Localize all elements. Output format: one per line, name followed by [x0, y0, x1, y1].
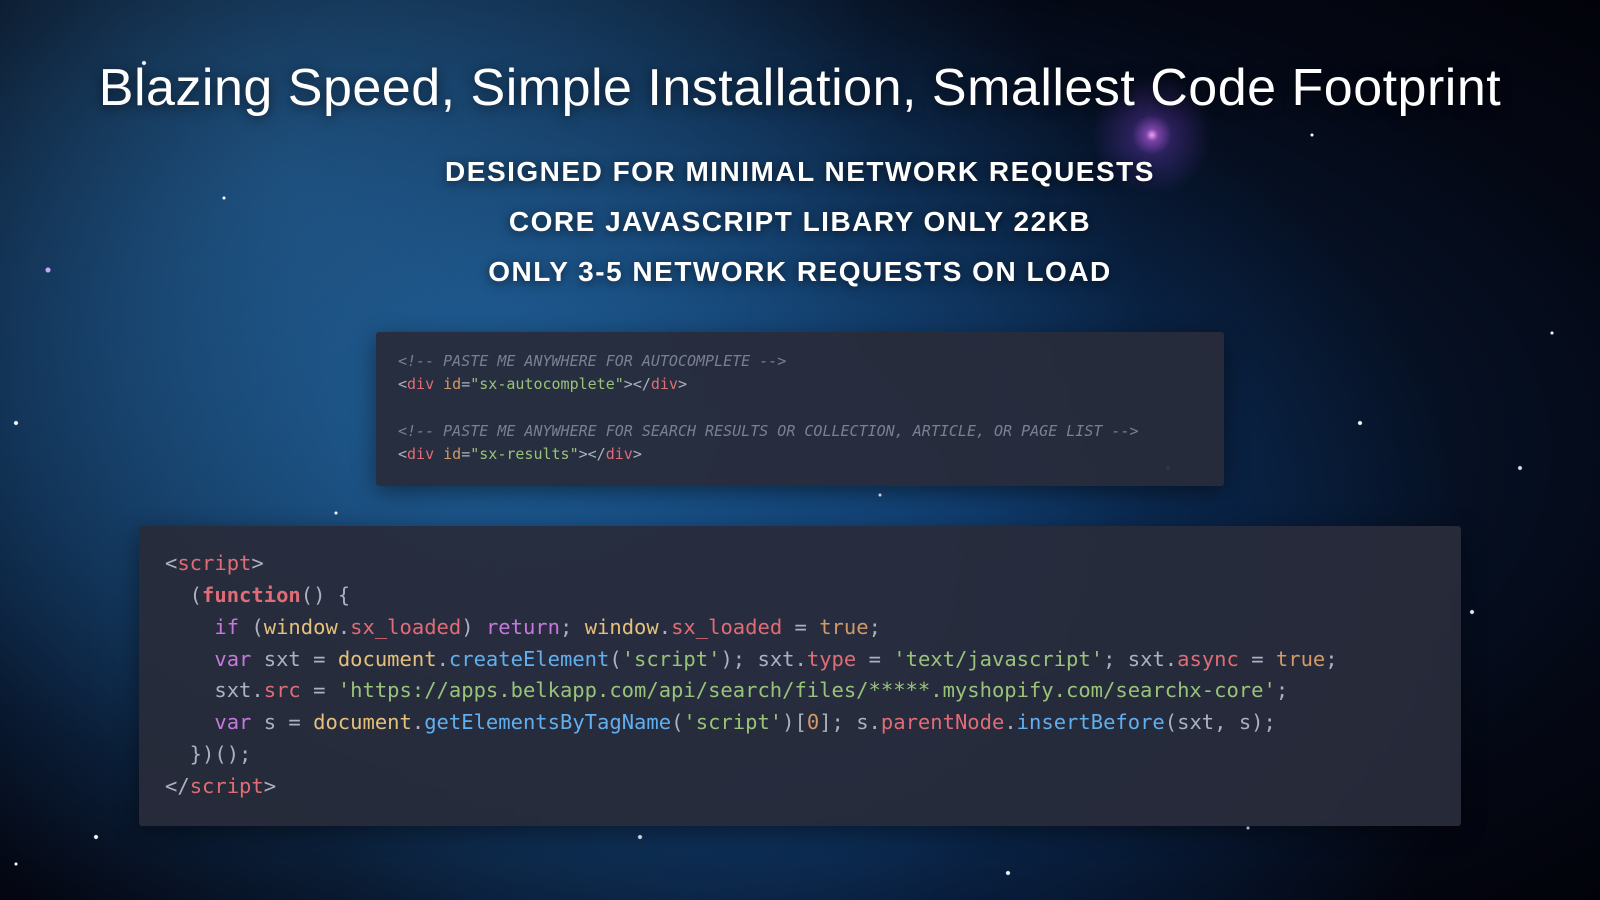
- code-text: .: [1004, 710, 1016, 734]
- code-text: ;: [1325, 647, 1337, 671]
- code-keyword: if: [214, 615, 239, 639]
- code-punct: >: [624, 375, 633, 393]
- code-text: s =: [251, 710, 313, 734]
- subtitle-line-1: DESIGNED FOR MINIMAL NETWORK REQUESTS: [0, 156, 1600, 188]
- code-text: sxt =: [251, 647, 337, 671]
- subtitle-line-3: ONLY 3-5 NETWORK REQUESTS ON LOAD: [0, 256, 1600, 288]
- code-snippet-html: <!-- PASTE ME ANYWHERE FOR AUTOCOMPLETE …: [376, 332, 1224, 486]
- code-text: .: [412, 710, 424, 734]
- subtitle-line-2: CORE JAVASCRIPT LIBARY ONLY 22KB: [0, 206, 1600, 238]
- code-string: 'https://apps.belkapp.com/api/search/fil…: [338, 678, 1276, 702]
- code-prop: parentNode: [881, 710, 1004, 734]
- code-keyword: var: [214, 710, 251, 734]
- code-obj: document: [338, 647, 437, 671]
- code-prop: type: [807, 647, 856, 671]
- code-keyword: function: [202, 583, 301, 607]
- code-punct: =: [461, 445, 470, 463]
- code-punct: </: [633, 375, 651, 393]
- code-obj: document: [313, 710, 412, 734]
- code-string: 'text/javascript': [893, 647, 1103, 671]
- code-attr: id: [443, 375, 461, 393]
- code-string: "sx-results": [470, 445, 578, 463]
- code-obj: window: [585, 615, 659, 639]
- code-func: insertBefore: [1017, 710, 1165, 734]
- slide-title: Blazing Speed, Simple Installation, Smal…: [0, 58, 1600, 118]
- code-punct: <: [165, 551, 177, 575]
- code-obj: window: [264, 615, 338, 639]
- code-prop: sx_loaded: [671, 615, 782, 639]
- code-text: (: [609, 647, 621, 671]
- code-punct: >: [579, 445, 588, 463]
- code-bool: true: [819, 615, 868, 639]
- code-text: =: [301, 678, 338, 702]
- code-text: ;: [869, 615, 881, 639]
- code-text: ): [461, 615, 486, 639]
- code-keyword: var: [214, 647, 251, 671]
- code-text: .: [659, 615, 671, 639]
- code-prop: sx_loaded: [350, 615, 461, 639]
- code-text: (sxt, s);: [1165, 710, 1276, 734]
- code-punct: =: [461, 375, 470, 393]
- code-func: createElement: [449, 647, 609, 671]
- code-punct: <: [398, 445, 407, 463]
- code-punct: >: [678, 375, 687, 393]
- code-comment: <!-- PASTE ME ANYWHERE FOR SEARCH RESULT…: [398, 422, 1139, 440]
- code-text: [165, 710, 214, 734]
- code-string: 'script': [683, 710, 782, 734]
- code-text: ; sxt.: [1103, 647, 1177, 671]
- code-text: [165, 615, 214, 639]
- code-text: .: [338, 615, 350, 639]
- code-punct: <: [398, 375, 407, 393]
- code-tag: div: [606, 445, 633, 463]
- code-text: =: [856, 647, 893, 671]
- code-prop: src: [264, 678, 301, 702]
- code-number: 0: [807, 710, 819, 734]
- code-punct: </: [588, 445, 606, 463]
- code-text: })();: [165, 742, 251, 766]
- code-text: () {: [301, 583, 350, 607]
- code-text: =: [782, 615, 819, 639]
- code-bool: true: [1276, 647, 1325, 671]
- code-tag: script: [190, 774, 264, 798]
- code-text: .: [437, 647, 449, 671]
- code-string: 'script': [622, 647, 721, 671]
- code-snippet-js: <script> (function() { if (window.sx_loa…: [139, 526, 1461, 826]
- code-punct: >: [264, 774, 276, 798]
- code-text: )[: [782, 710, 807, 734]
- code-comment: <!-- PASTE ME ANYWHERE FOR AUTOCOMPLETE …: [398, 352, 786, 370]
- code-tag: script: [177, 551, 251, 575]
- slide: Blazing Speed, Simple Installation, Smal…: [0, 0, 1600, 900]
- code-tag: div: [407, 445, 434, 463]
- code-text: [165, 647, 214, 671]
- code-attr: id: [443, 445, 461, 463]
- code-string: "sx-autocomplete": [470, 375, 624, 393]
- code-text: (: [165, 583, 202, 607]
- code-text: ;: [1276, 678, 1288, 702]
- code-text: sxt.: [165, 678, 264, 702]
- code-keyword: return: [486, 615, 560, 639]
- code-tag: div: [407, 375, 434, 393]
- code-text: ]; s.: [819, 710, 881, 734]
- code-punct: </: [165, 774, 190, 798]
- code-prop: async: [1177, 647, 1239, 671]
- code-text: =: [1239, 647, 1276, 671]
- code-text: (: [239, 615, 264, 639]
- code-text: (: [671, 710, 683, 734]
- code-text: ;: [560, 615, 585, 639]
- code-func: getElementsByTagName: [424, 710, 671, 734]
- code-text: ); sxt.: [720, 647, 806, 671]
- code-tag: div: [651, 375, 678, 393]
- code-punct: >: [251, 551, 263, 575]
- code-punct: >: [633, 445, 642, 463]
